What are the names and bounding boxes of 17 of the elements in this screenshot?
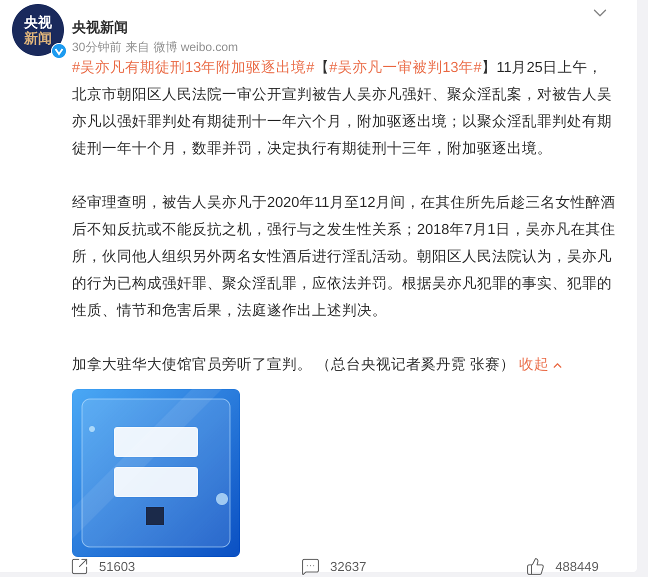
collapse-link[interactable]: 收起 bbox=[519, 352, 564, 379]
post-paragraph: #吴亦凡有期徒刑13年附加驱逐出境#【#吴亦凡一审被判13年#】11月25日上午，北京市朝阳区人民法院一审公开宣判被告人吴亦凡强奸、聚众淫乱案，对被告人吴亦凡以强奸罪判处有期徒刑十一年六个月，附加驱逐出境；以聚众淫乱罪判处有期徒刑一年十个月，数罪并罚，决定执行有期徒刑十三年，附加驱逐出境。 bbox=[72, 58, 613, 159]
action-count[interactable]: 488449 bbox=[555, 557, 599, 576]
share-icon[interactable] bbox=[70, 557, 89, 576]
action-count[interactable]: 32637 bbox=[330, 557, 366, 576]
comment-icon[interactable] bbox=[301, 557, 320, 576]
source-label: 来自 bbox=[125, 39, 150, 56]
post-paragraph: 加拿大驻华大使馆官员旁听了宣判。 （总台央视记者奚丹霓 张赛） 收起 bbox=[72, 352, 617, 379]
post-paragraph: 经审理查明，被告人吴亦凡于2020年11月至12月间，在其住所先后趁三名女性醉酒后不知反抗或不能反抗之机，强行与之发生性关系；2018年7月1日，吴亦凡在其住所，伙同他人组织另外两名女性酒后进行淫乱活动。朝阳区人民法院认为，吴亦凡的行为已构成强奸罪、聚众淫乱罪，应依法并罚。根据吴亦凡犯罪的事实、犯罪的性质、情节和危害后果，法庭遂作出上述判决。 bbox=[72, 194, 616, 321]
action-count[interactable]: 51603 bbox=[99, 557, 136, 576]
topic-link[interactable]: #吴亦凡有期徒刑13年附加驱逐出境# bbox=[72, 60, 314, 76]
topic-link[interactable]: #吴亦凡一审被判13年# bbox=[329, 60, 482, 76]
avatar[interactable]: 央视 新闻 bbox=[12, 4, 64, 56]
post-time[interactable]: 30分钟前 bbox=[72, 38, 122, 56]
thumbs-up-icon[interactable] bbox=[526, 557, 546, 576]
source-link[interactable]: 微博 weibo.com bbox=[153, 38, 238, 56]
author-name[interactable]: 央视新闻 bbox=[72, 18, 238, 36]
